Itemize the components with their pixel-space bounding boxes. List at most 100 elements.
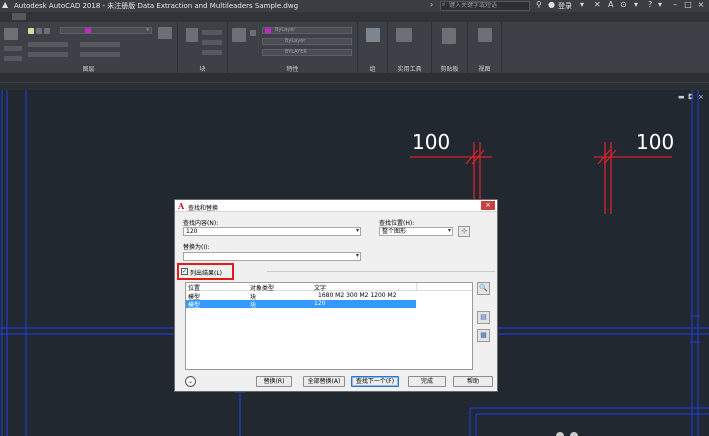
- user-icon[interactable]: ●: [548, 0, 555, 9]
- lineweight-value: BYLAYER: [285, 49, 307, 55]
- window-title: Autodesk AutoCAD 2018 - 未注册版 Data Extrac…: [14, 2, 299, 10]
- dimension-text-right[interactable]: 100: [636, 130, 674, 154]
- replace-label: 替换为(I):: [183, 244, 210, 251]
- view-panel: 视图: [468, 22, 502, 74]
- layer-color-swatch: [85, 28, 91, 33]
- chevron-down-icon: ⌄: [187, 378, 194, 385]
- dropdown-icon[interactable]: ▾: [580, 0, 584, 9]
- dimension-text-left[interactable]: 100: [412, 130, 450, 154]
- color-combo[interactable]: ByLayer: [262, 27, 352, 34]
- column-header-location[interactable]: 位置: [188, 283, 200, 292]
- replace-input[interactable]: ▾: [183, 252, 361, 261]
- chevron-down-icon[interactable]: ▾: [356, 252, 359, 259]
- search-icon: ⌕: [442, 1, 446, 8]
- search-in-value: 整个图形: [382, 228, 407, 235]
- find-next-button[interactable]: 查找下一个(F): [351, 376, 399, 387]
- replace-button[interactable]: 替换(R): [256, 376, 292, 387]
- block-panel-label[interactable]: 块: [178, 64, 227, 73]
- dialog-close-button[interactable]: ×: [481, 201, 495, 210]
- row-text: 1680 M2 300 M2 1200 M2: [318, 292, 397, 299]
- chevron-down-icon[interactable]: ▾: [356, 227, 359, 234]
- dialog-title: 查找和替换: [188, 205, 219, 212]
- network-icon[interactable]: ⊙: [620, 0, 627, 9]
- properties-icon[interactable]: [250, 30, 256, 36]
- a360-icon[interactable]: A: [608, 0, 613, 9]
- list-results-label[interactable]: 列出结果(L): [190, 268, 222, 277]
- done-button[interactable]: 完成: [408, 376, 446, 387]
- separator: [267, 271, 495, 272]
- help-icon[interactable]: ?: [648, 0, 652, 9]
- autocad-window: ▲ Autodesk AutoCAD 2018 - 未注册版 Data Extr…: [0, 0, 709, 436]
- title-bar: ▲ Autodesk AutoCAD 2018 - 未注册版 Data Extr…: [0, 0, 709, 12]
- lineweight-combo[interactable]: BYLAYER: [262, 49, 352, 56]
- layer-properties-icon[interactable]: [4, 28, 18, 40]
- layer-panel: ▾ 图层: [0, 22, 178, 74]
- paste-icon[interactable]: [442, 28, 456, 44]
- utilities-panel: 实用工具: [388, 22, 432, 74]
- group-panel-label[interactable]: 组: [358, 64, 387, 73]
- results-header: 位置 对象类型 文字: [186, 283, 472, 292]
- create-selection-set-button[interactable]: ▤: [477, 311, 490, 324]
- match-properties-icon[interactable]: [232, 28, 246, 42]
- search-in-select[interactable]: 整个图形 ▾: [379, 227, 453, 236]
- column-header-type[interactable]: 对象类型: [250, 283, 274, 292]
- search-input[interactable]: ⌕ 键入关键字或短语: [440, 1, 530, 11]
- sun-icon[interactable]: [36, 28, 42, 34]
- color-swatch: [265, 28, 271, 33]
- check-icon: ✓: [182, 268, 188, 275]
- group-panel: 组: [358, 22, 388, 74]
- row-text: 120: [314, 300, 326, 307]
- replace-all-button[interactable]: 全部替换(A): [303, 376, 345, 387]
- find-input[interactable]: 120 ▾: [183, 227, 361, 236]
- select-objects-button[interactable]: ⊹: [458, 226, 470, 237]
- file-tab-bar: [0, 74, 709, 90]
- utilities-panel-label[interactable]: 实用工具: [388, 64, 431, 73]
- color-value: ByLayer: [275, 27, 296, 33]
- layer-panel-label[interactable]: 图层: [0, 64, 177, 73]
- group-icon[interactable]: [366, 28, 380, 42]
- autocad-a-icon: A: [178, 201, 185, 211]
- search-placeholder: 键入关键字或短语: [449, 2, 498, 9]
- ribbon: ▾ 图层 块 ByLayer ByLayer BYLAYER 特性 组 实用工具…: [0, 22, 709, 74]
- find-value: 120: [186, 228, 198, 235]
- row-type: 块: [250, 302, 257, 309]
- login-button[interactable]: 登录: [558, 1, 572, 11]
- table-row[interactable]: 模型 块 1680 M2 300 M2 1200 M2: [186, 292, 416, 301]
- insert-block-icon[interactable]: [186, 28, 198, 42]
- help-button[interactable]: 帮助: [453, 376, 493, 387]
- workspace-switch[interactable]: [12, 13, 26, 20]
- view-panel-label[interactable]: 视图: [468, 64, 501, 73]
- clipboard-panel-label[interactable]: 剪贴板: [432, 64, 467, 73]
- results-list[interactable]: 位置 对象类型 文字 模型 块 1680 M2 300 M2 1200 M2 模…: [185, 282, 473, 370]
- chevron-down-icon: ▾: [146, 27, 149, 33]
- row-location: 模型: [188, 302, 201, 309]
- layer-match-icon[interactable]: [158, 27, 172, 39]
- exchange-icon[interactable]: ✕: [594, 0, 601, 9]
- dialog-title-bar[interactable]: A 查找和替换 ×: [175, 200, 497, 212]
- dropdown-icon[interactable]: ▾: [658, 0, 662, 9]
- lightbulb-icon[interactable]: [28, 28, 34, 34]
- autocad-logo-icon[interactable]: ▲: [2, 0, 8, 9]
- binoculars-icon[interactable]: ⚲: [536, 0, 542, 9]
- properties-panel-label[interactable]: 特性: [228, 64, 357, 73]
- minimize-button[interactable]: –: [669, 0, 681, 11]
- list-results-checkbox[interactable]: ✓: [181, 268, 188, 275]
- layer-combo[interactable]: ▾: [60, 27, 152, 34]
- column-header-text[interactable]: 文字: [314, 283, 326, 292]
- expand-options-button[interactable]: ⌄: [185, 376, 196, 387]
- table-row-selected[interactable]: 模型 块 120: [186, 300, 416, 309]
- chevron-right-icon[interactable]: ›: [430, 0, 433, 9]
- zoom-to-highlighted-button[interactable]: 🔍: [477, 282, 490, 295]
- block-panel: 块: [178, 22, 228, 74]
- measure-icon[interactable]: [396, 28, 412, 42]
- linetype-value: ByLayer: [285, 38, 306, 44]
- chevron-down-icon: ▾: [447, 227, 451, 234]
- close-button[interactable]: ×: [695, 0, 707, 11]
- lock-icon[interactable]: [44, 28, 50, 34]
- create-selection-set-all-button[interactable]: ▦: [477, 329, 490, 342]
- dropdown-icon[interactable]: ▾: [634, 0, 638, 9]
- base-view-icon[interactable]: [478, 28, 492, 42]
- linetype-combo[interactable]: ByLayer: [262, 38, 352, 45]
- maximize-button[interactable]: □: [682, 0, 694, 11]
- find-replace-dialog: A 查找和替换 × 查找内容(N): 120 ▾ 替换为(I): ▾ 查找位置(…: [174, 199, 498, 392]
